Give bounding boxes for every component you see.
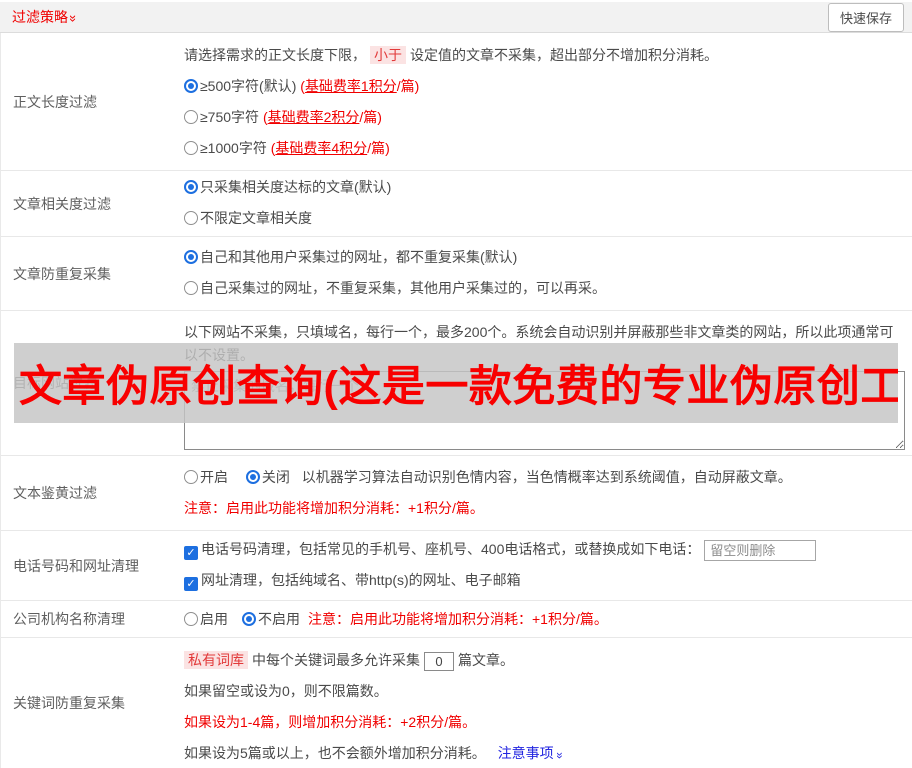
radio-icon[interactable] xyxy=(184,281,198,295)
replacement-phone-input[interactable] xyxy=(704,539,817,561)
radio-selected-icon[interactable] xyxy=(242,612,256,626)
length-option-500[interactable]: ≥500字符(默认) (基础费率1积分/篇) xyxy=(184,71,904,102)
porn-filter-on-option[interactable]: 开启 xyxy=(184,469,228,485)
company-cleanup-enable-option[interactable]: 启用 xyxy=(184,609,228,629)
watermark-text: 文章伪原创查询(这是一款免费的专业伪原创工 xyxy=(19,363,898,411)
keyword-zero-note: 如果留空或设为0，则不限篇数。 xyxy=(184,683,388,699)
rate-note: (基础费率4积分/篇) xyxy=(270,140,390,156)
rate-note: (基础费率2积分/篇) xyxy=(262,109,382,125)
company-cleanup-disable-option[interactable]: 不启用 xyxy=(242,609,300,629)
row-porn-filter: 文本鉴黄过滤 开启 关闭 以机器学习算法自动识别色情内容，当色情概率达到系统阈值… xyxy=(1,456,912,531)
url-cleanup-option[interactable]: ✓ 网址清理，包括纯域名、带http(s)的网址、电子邮箱 xyxy=(184,565,904,596)
page-title[interactable]: 过滤策略» xyxy=(12,7,81,27)
row-label: 文章相关度过滤 xyxy=(13,195,111,212)
row-phone-url-cleanup: 电话号码和网址清理 ✓ 电话号码清理，包括常见的手机号、座机号、400电话格式，或… xyxy=(1,531,912,601)
row-relevance-filter: 文章相关度过滤 只采集相关度达标的文章(默认) 不限定文章相关度 xyxy=(1,171,912,237)
radio-icon[interactable] xyxy=(184,110,198,124)
private-thesaurus-link[interactable]: 私有词库 xyxy=(184,651,248,669)
quick-save-button[interactable]: 快速保存 xyxy=(827,2,904,32)
row-label: 正文长度过滤 xyxy=(13,93,97,110)
notice-link[interactable]: 注意事项» xyxy=(498,745,567,761)
row-label: 文章防重复采集 xyxy=(13,265,111,282)
dedup-option-self-only[interactable]: 自己采集过的网址，不重复采集，其他用户采集过的，可以再采。 xyxy=(184,273,904,304)
header-bar: 过滤策略» 快速保存 xyxy=(0,2,912,33)
radio-selected-icon[interactable] xyxy=(184,180,198,194)
relevance-option-any[interactable]: 不限定文章相关度 xyxy=(184,203,904,234)
keyword-limit-line: 私有词库中每个关键词最多允许采集篇文章。 xyxy=(184,645,904,676)
row-text-length-filter: 正文长度过滤 请选择需求的正文长度下限， 小于 设定值的文章不采集，超出部分不增加积… xyxy=(1,33,912,171)
row-label: 电话号码和网址清理 xyxy=(13,557,139,574)
row-dedup-collection: 文章防重复采集 自己和其他用户采集过的网址，都不重复采集(默认) 自己采集过的网… xyxy=(1,237,912,311)
less-than-highlight: 小于 xyxy=(370,46,406,64)
porn-filter-description: 以机器学习算法自动识别色情内容，当色情概率达到系统阈值，自动屏蔽文章。 xyxy=(301,469,792,485)
row-label: 关键词防重复采集 xyxy=(13,695,125,711)
porn-filter-cost-note: 注意：启用此功能将增加积分消耗：+1积分/篇。 xyxy=(184,500,484,516)
porn-filter-off-option[interactable]: 关闭 xyxy=(245,469,290,485)
radio-icon[interactable] xyxy=(184,211,198,225)
keyword-limit-input[interactable] xyxy=(424,651,454,671)
radio-icon[interactable] xyxy=(184,470,198,484)
row-company-name-cleanup: 公司机构名称清理 启用 不启用 注意：启用此功能将增加积分消耗：+1积分/篇。 xyxy=(1,601,912,638)
checkbox-checked-icon[interactable]: ✓ xyxy=(184,577,198,591)
row-keyword-dedup: 关键词防重复采集 私有词库中每个关键词最多允许采集篇文章。 如果留空或设为0，则… xyxy=(1,638,912,768)
radio-icon[interactable] xyxy=(184,141,198,155)
company-cleanup-cost-note: 注意：启用此功能将增加积分消耗：+1积分/篇。 xyxy=(308,611,608,627)
length-option-750[interactable]: ≥750字符 (基础费率2积分/篇) xyxy=(184,102,904,133)
radio-selected-icon[interactable] xyxy=(245,470,260,484)
chevron-down-icon: » xyxy=(66,14,82,23)
radio-selected-icon[interactable] xyxy=(184,250,198,264)
chevron-down-icon: » xyxy=(552,752,567,759)
length-option-1000[interactable]: ≥1000字符 (基础费率4积分/篇) xyxy=(184,133,904,164)
watermark-banner: 文章伪原创查询(这是一款免费的专业伪原创工 xyxy=(14,343,898,423)
row-label: 公司机构名称清理 xyxy=(13,611,125,627)
phone-cleanup-option[interactable]: ✓ 电话号码清理，包括常见的手机号、座机号、400电话格式，或替换成如下电话： xyxy=(184,534,904,565)
dedup-option-all-users[interactable]: 自己和其他用户采集过的网址，都不重复采集(默认) xyxy=(184,242,904,273)
relevance-option-strict[interactable]: 只采集相关度达标的文章(默认) xyxy=(184,172,904,203)
radio-icon[interactable] xyxy=(184,612,198,626)
checkbox-checked-icon[interactable]: ✓ xyxy=(184,546,198,560)
row-label: 文本鉴黄过滤 xyxy=(13,485,97,501)
keyword-five-plus-note: 如果设为5篇或以上，也不会额外增加积分消耗。 注意事项» xyxy=(184,738,904,768)
rate-note: (基础费率1积分/篇) xyxy=(300,78,420,94)
length-filter-intro: 请选择需求的正文长度下限， 小于 设定值的文章不采集，超出部分不增加积分消耗。 xyxy=(184,46,718,64)
radio-selected-icon[interactable] xyxy=(184,79,198,93)
keyword-cost-note: 如果设为1-4篇，则增加积分消耗：+2积分/篇。 xyxy=(184,714,477,730)
